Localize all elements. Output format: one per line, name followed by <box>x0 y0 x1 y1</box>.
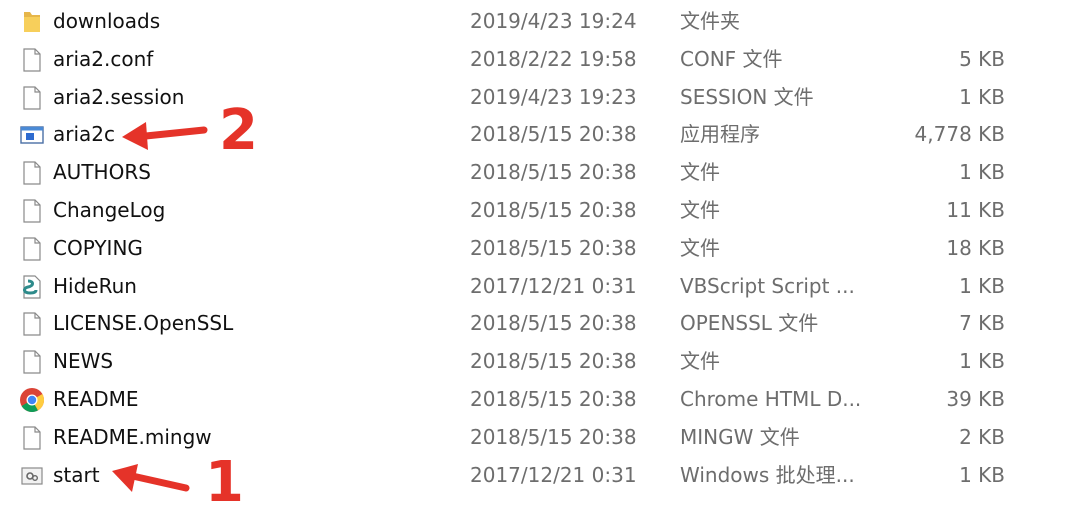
file-type: 应用程序 <box>680 122 760 147</box>
file-type: 文件 <box>680 349 720 374</box>
file-row[interactable]: start 2017/12/21 0:31 Windows 批处理... 1 KB <box>0 457 1065 495</box>
file-name: downloads <box>53 9 161 33</box>
file-icon <box>18 159 46 187</box>
annotation-label-1: 1 <box>205 450 244 515</box>
file-size: 5 KB <box>959 46 1005 71</box>
file-row[interactable]: README 2018/5/15 20:38 Chrome HTML D... 39 … <box>0 381 1065 419</box>
file-type: SESSION 文件 <box>680 84 814 109</box>
file-name: README.mingw <box>53 424 212 449</box>
file-date-modified: 2018/5/15 20:38 <box>470 160 637 185</box>
vbscript-icon <box>18 273 46 301</box>
file-icon <box>18 348 46 376</box>
file-date-modified: 2019/4/23 19:24 <box>470 9 637 33</box>
file-date-modified: 2018/5/15 20:38 <box>470 349 637 374</box>
file-date-modified: 2018/2/22 19:58 <box>470 46 637 71</box>
file-icon <box>18 197 46 225</box>
batch-file-icon <box>18 462 46 490</box>
file-type: VBScript Script ... <box>680 273 855 298</box>
file-name: ChangeLog <box>53 197 166 222</box>
file-row[interactable]: AUTHORS 2018/5/15 20:38 文件 1 KB <box>0 154 1065 192</box>
folder-icon <box>18 8 46 36</box>
file-size: 1 KB <box>959 84 1005 109</box>
file-size: 1 KB <box>959 462 1005 487</box>
file-type: MINGW 文件 <box>680 424 800 449</box>
file-row[interactable]: aria2.conf 2018/2/22 19:58 CONF 文件 5 KB <box>0 41 1065 79</box>
file-date-modified: 2018/5/15 20:38 <box>470 424 637 449</box>
file-icon <box>18 235 46 263</box>
file-row[interactable]: COPYING 2018/5/15 20:38 文件 18 KB <box>0 230 1065 268</box>
annotation-label-2: 2 <box>219 98 258 163</box>
file-icon <box>18 310 46 338</box>
file-icon <box>18 84 46 112</box>
file-name: AUTHORS <box>53 160 151 185</box>
file-size: 1 KB <box>959 273 1005 298</box>
file-size: 2 KB <box>959 424 1005 449</box>
file-row[interactable]: downloads 2019/4/23 19:24 文件夹 <box>0 3 1065 41</box>
file-row[interactable]: aria2.session 2019/4/23 19:23 SESSION 文件 1 … <box>0 79 1065 117</box>
file-size: 11 KB <box>946 197 1005 222</box>
file-date-modified: 2017/12/21 0:31 <box>470 273 637 298</box>
file-type: Chrome HTML D... <box>680 386 862 411</box>
file-size: 7 KB <box>959 311 1005 336</box>
file-list: downloads 2019/4/23 19:24 文件夹 aria2.conf 201… <box>0 3 1065 494</box>
file-name: aria2.conf <box>53 46 154 71</box>
file-row[interactable]: ChangeLog 2018/5/15 20:38 文件 11 KB <box>0 192 1065 230</box>
file-name: LICENSE.OpenSSL <box>53 311 234 336</box>
file-name: start <box>53 462 100 487</box>
file-size: 1 KB <box>959 349 1005 374</box>
chrome-icon <box>18 386 46 414</box>
file-type: 文件 <box>680 235 720 260</box>
file-date-modified: 2018/5/15 20:38 <box>470 235 637 260</box>
file-type: 文件夹 <box>680 9 740 33</box>
file-size: 18 KB <box>946 235 1005 260</box>
file-date-modified: 2018/5/15 20:38 <box>470 197 637 222</box>
file-row[interactable]: NEWS 2018/5/15 20:38 文件 1 KB <box>0 343 1065 381</box>
file-date-modified: 2019/4/23 19:23 <box>470 84 637 109</box>
file-row[interactable]: LICENSE.OpenSSL 2018/5/15 20:38 OPENSSL 文件… <box>0 305 1065 343</box>
file-row[interactable]: README.mingw 2018/5/15 20:38 MINGW 文件 2 KB <box>0 419 1065 457</box>
file-type: Windows 批处理... <box>680 462 855 487</box>
file-row[interactable]: HideRun 2017/12/21 0:31 VBScript Script ..… <box>0 268 1065 306</box>
file-name: COPYING <box>53 235 143 260</box>
file-size: 1 KB <box>959 160 1005 185</box>
file-type: OPENSSL 文件 <box>680 311 819 336</box>
file-icon <box>18 424 46 452</box>
file-size: 4,778 KB <box>914 122 1005 147</box>
file-name: aria2.session <box>53 84 185 109</box>
file-name: NEWS <box>53 349 114 374</box>
file-size: 39 KB <box>946 386 1005 411</box>
file-name: README <box>53 386 139 411</box>
file-type: 文件 <box>680 197 720 222</box>
file-type: CONF 文件 <box>680 46 783 71</box>
file-date-modified: 2018/5/15 20:38 <box>470 386 637 411</box>
file-date-modified: 2018/5/15 20:38 <box>470 311 637 336</box>
file-name: aria2c <box>53 122 116 147</box>
file-icon <box>18 46 46 74</box>
file-name: HideRun <box>53 273 137 298</box>
file-date-modified: 2017/12/21 0:31 <box>470 462 637 487</box>
file-date-modified: 2018/5/15 20:38 <box>470 122 637 147</box>
file-type: 文件 <box>680 160 720 185</box>
file-row[interactable]: aria2c 2018/5/15 20:38 应用程序 4,778 KB <box>0 116 1065 154</box>
application-icon <box>18 121 46 149</box>
